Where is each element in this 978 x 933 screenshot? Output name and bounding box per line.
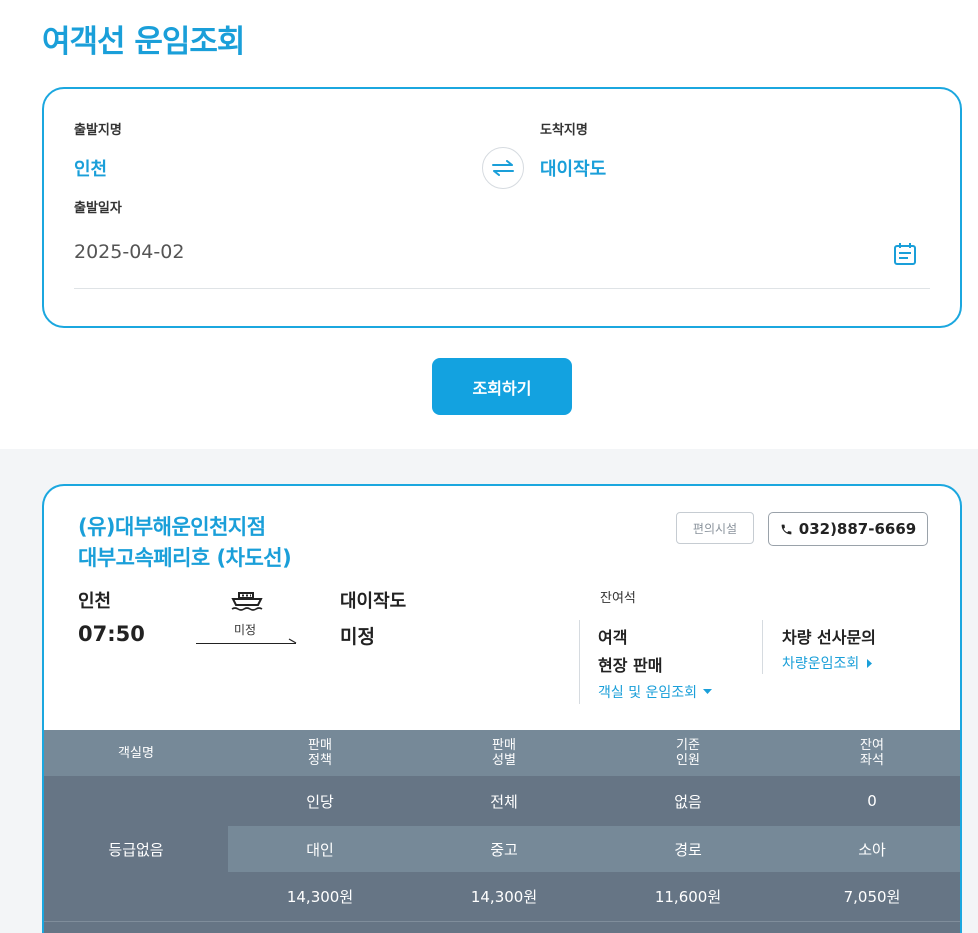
table-cell: 0 bbox=[867, 792, 877, 810]
table-cell: 소아 bbox=[858, 840, 886, 859]
table-cell: 7,050원 bbox=[843, 888, 901, 906]
remaining-seats-title: 잔여석 bbox=[600, 591, 636, 606]
vessel-name: 대부고속페리호 (차도선) bbox=[78, 546, 292, 570]
arrival-label: 도착지명 bbox=[540, 123, 588, 138]
route-arrow-icon bbox=[288, 638, 297, 644]
page-title: 여객선 운임조회 bbox=[42, 24, 245, 60]
table-row: 14,300원 14,300원 11,600원 7,050원 bbox=[228, 872, 960, 921]
facility-button[interactable]: 편의시설 bbox=[676, 512, 754, 544]
table-row: 인당 전체 없음 0 bbox=[228, 776, 960, 826]
vehicle-fare-link-label: 차량운임조회 bbox=[782, 656, 860, 672]
phone-number: 032)887-6669 bbox=[798, 520, 917, 538]
ship-icon bbox=[231, 592, 263, 611]
passenger-title: 여객 bbox=[598, 628, 628, 647]
header-cabin-name: 객실명 bbox=[118, 745, 154, 761]
divider-right bbox=[762, 620, 763, 674]
table-cell: 없음 bbox=[674, 792, 702, 811]
route-status: 미정 bbox=[234, 623, 257, 637]
table-cell: 11,600원 bbox=[654, 888, 722, 906]
phone-icon bbox=[781, 524, 792, 534]
header-base-count: 기준 인원 bbox=[676, 738, 700, 768]
cabin-fare-link-label: 객실 및 운임조회 bbox=[598, 685, 698, 701]
fare-table-body: 등급없음 인당 전체 없음 0 대인 중고 경로 소아 14,300원 14,3… bbox=[44, 776, 960, 933]
table-row: 대인 중고 경로 소아 bbox=[228, 826, 960, 872]
result-card: (유)대부해운인천지점 대부고속페리호 (차도선) 편의시설 032)887-6… bbox=[42, 484, 962, 933]
company-info: (유)대부해운인천지점 대부고속페리호 (차도선) bbox=[78, 512, 292, 574]
arrival-place: 대이작도 bbox=[340, 591, 407, 612]
route-line bbox=[196, 643, 296, 644]
table-cell: 14,300원 bbox=[470, 888, 538, 906]
departure-value[interactable]: 인천 bbox=[74, 155, 107, 181]
swap-arrows-icon bbox=[492, 160, 514, 176]
company-name: (유)대부해운인천지점 bbox=[78, 515, 266, 539]
caret-down-icon bbox=[703, 689, 713, 694]
header-sale-policy: 판매 정책 bbox=[308, 738, 332, 768]
vehicle-title: 차량 선사문의 bbox=[782, 628, 876, 647]
arrival-value[interactable]: 대이작도 bbox=[540, 155, 606, 181]
departure-label: 출발지명 bbox=[74, 123, 122, 138]
departure-time: 07:50 bbox=[78, 622, 145, 646]
table-row-divider bbox=[44, 921, 960, 922]
date-input[interactable]: 2025-04-02 bbox=[74, 241, 184, 263]
swap-button[interactable] bbox=[482, 147, 524, 189]
table-cell: 전체 bbox=[490, 792, 518, 811]
phone-button[interactable]: 032)887-6669 bbox=[768, 512, 928, 546]
table-cell: 14,300원 bbox=[286, 888, 354, 906]
table-cell: 인당 bbox=[306, 792, 334, 811]
table-cell: 대인 bbox=[306, 840, 334, 859]
fare-table: 객실명 판매 정책 판매 성별 기준 인원 잔여 좌석 등급없음 인당 전체 없… bbox=[44, 730, 960, 933]
caret-right-icon bbox=[867, 658, 873, 668]
search-form-card: 출발지명 인천 도착지명 대이작도 출발일자 2025-04-02 bbox=[42, 87, 962, 328]
date-label: 출발일자 bbox=[74, 201, 122, 216]
cabin-fare-link[interactable]: 객실 및 운임조회 bbox=[598, 682, 713, 702]
passenger-status: 현장 판매 bbox=[598, 656, 663, 675]
arrival-time: 미정 bbox=[340, 626, 375, 648]
date-underline bbox=[74, 288, 930, 289]
table-cell: 경로 bbox=[674, 840, 702, 859]
calendar-icon[interactable] bbox=[892, 241, 918, 267]
departure-place: 인천 bbox=[78, 591, 112, 612]
divider-left bbox=[579, 620, 580, 704]
header-sale-gender: 판매 성별 bbox=[492, 738, 516, 768]
vehicle-fare-link[interactable]: 차량운임조회 bbox=[782, 653, 873, 673]
search-button[interactable]: 조회하기 bbox=[432, 358, 572, 415]
header-remaining-seats: 잔여 좌석 bbox=[860, 738, 884, 768]
fare-table-header: 객실명 판매 정책 판매 성별 기준 인원 잔여 좌석 bbox=[44, 730, 960, 776]
table-cell: 중고 bbox=[490, 840, 518, 859]
grade-cell: 등급없음 bbox=[108, 840, 164, 859]
